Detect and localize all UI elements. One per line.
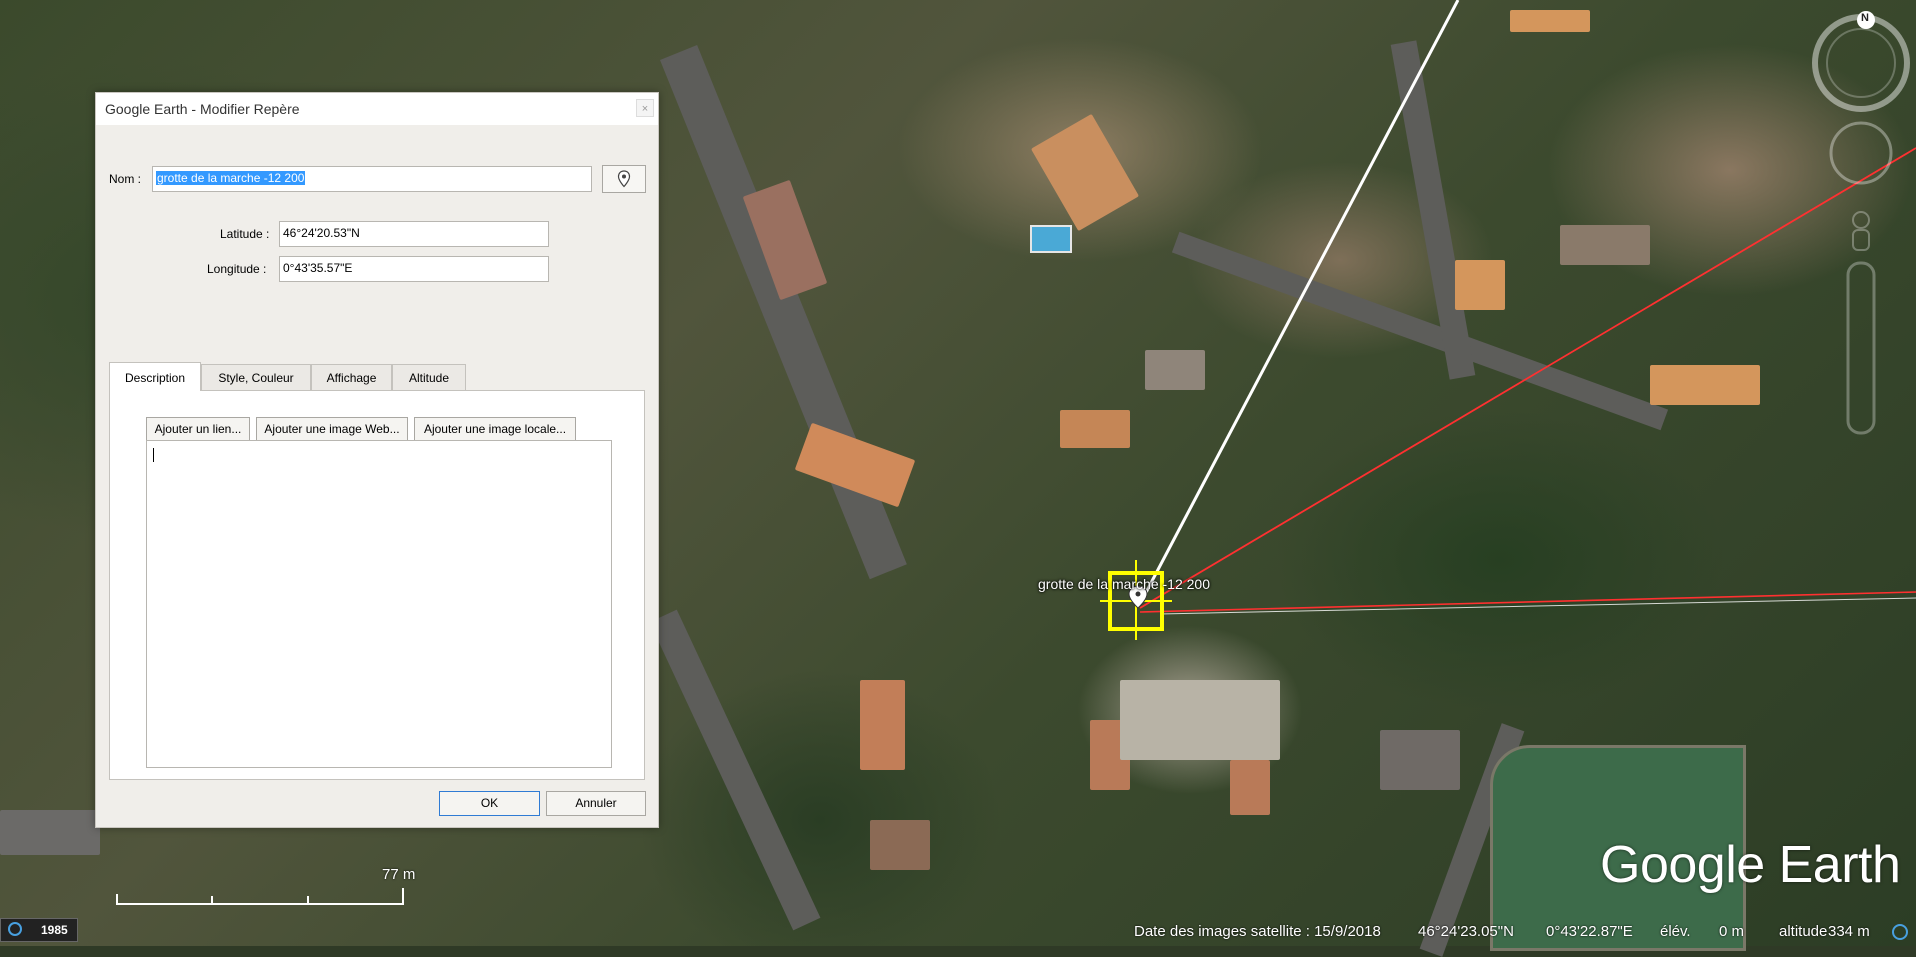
elevation-value: 0 m [1719,923,1745,940]
imagery-date: Date des images satellite : 15/9/2018 [1134,923,1381,940]
tab-description[interactable]: Description [109,362,201,391]
tab-display[interactable]: Affichage [311,364,392,391]
cursor-longitude: 0°43'22.87"E [1546,923,1633,940]
dialog-titlebar[interactable]: Google Earth - Modifier Repère × [96,93,658,126]
cursor-latitude: 46°24'23.05"N [1418,923,1514,940]
scale-bar: 77 m [116,866,415,910]
placemark-icon-button[interactable] [602,165,646,193]
latitude-label: Latitude : [220,227,270,241]
edit-placemark-dialog: Google Earth - Modifier Repère × Nom : g… [95,92,659,828]
elevation-label: élév. [1660,923,1691,940]
name-field-value: grotte de la marche -12 200 [156,171,306,185]
red-path-line-upper [1139,147,1916,609]
google-earth-logo: Google Earth [1600,836,1901,894]
historical-imagery-box[interactable]: 1985 [0,918,78,942]
description-textarea[interactable] [146,440,612,768]
close-button[interactable]: × [636,99,654,117]
altitude-value: 334 m [1828,923,1870,940]
longitude-field[interactable]: 0°43'35.57"E [279,256,549,282]
compass-north-label: N [1861,12,1869,24]
pegman-icon [1852,211,1870,251]
ok-button[interactable]: OK [439,791,540,816]
tab-altitude[interactable]: Altitude [392,364,466,391]
loading-indicator-icon [1892,924,1908,940]
zoom-slider [1846,261,1876,435]
add-local-image-button[interactable]: Ajouter une image locale... [414,417,576,441]
red-path-line-lower [1139,591,1916,613]
white-path-line [1140,0,1460,601]
navigation-controls[interactable]: N [1806,8,1916,438]
pushpin-icon [617,170,631,188]
latitude-field[interactable]: 46°24'20.53"N [279,221,549,247]
text-caret [153,448,154,462]
name-label: Nom : [109,172,142,186]
add-link-button[interactable]: Ajouter un lien... [146,417,250,441]
look-joystick-icon [1829,121,1893,185]
add-web-image-button[interactable]: Ajouter une image Web... [256,417,408,441]
compass-icon [1812,11,1910,112]
tab-style-color[interactable]: Style, Couleur [201,364,311,391]
placemark-label[interactable]: grotte de la marche -12 200 [1038,576,1210,592]
scale-label: 77 m [382,866,416,883]
name-field[interactable]: grotte de la marche -12 200 [152,166,592,192]
description-panel: Ajouter un lien... Ajouter une image Web… [109,390,645,780]
longitude-label: Longitude : [207,262,267,276]
imagery-year: 1985 [41,923,68,937]
dialog-title: Google Earth - Modifier Repère [105,101,300,117]
clock-icon[interactable] [8,922,22,936]
cancel-button[interactable]: Annuler [546,791,646,816]
altitude-label: altitude [1779,923,1828,940]
status-bar: Date des images satellite : 15/9/2018 46… [1120,920,1916,946]
